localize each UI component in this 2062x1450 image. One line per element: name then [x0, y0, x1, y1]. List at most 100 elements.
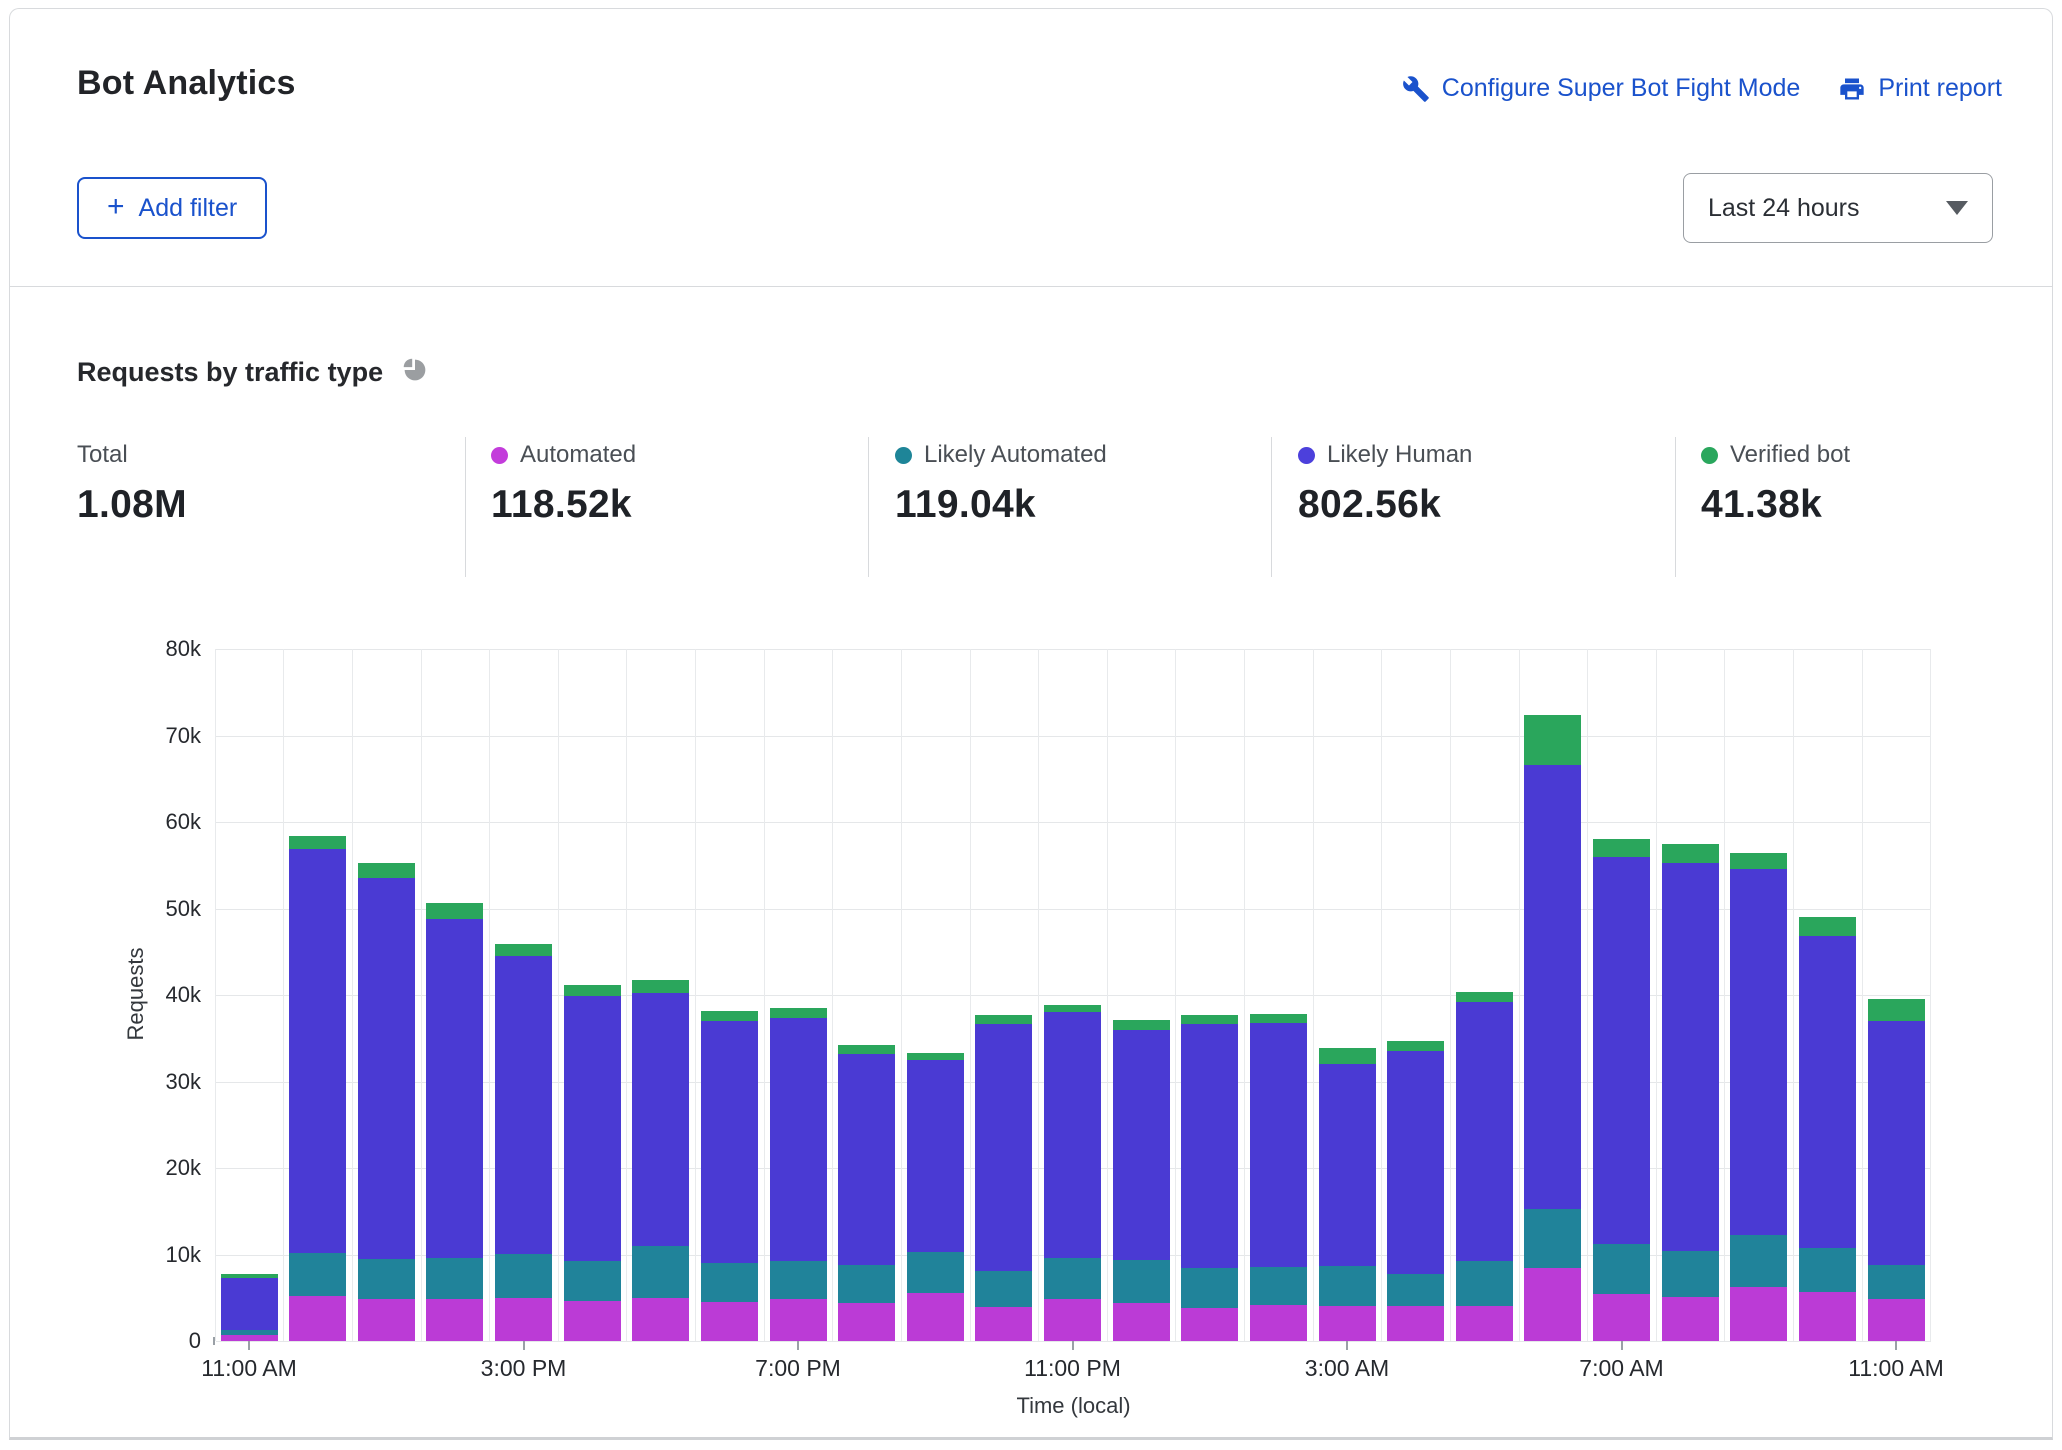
bar-700am-likely-automated[interactable]: [1593, 1244, 1650, 1294]
bar-200am-automated[interactable]: [1250, 1305, 1307, 1341]
bar-400pm-verified-bot[interactable]: [564, 985, 621, 996]
bar-500am-likely-human[interactable]: [1456, 1002, 1513, 1261]
bar-500am-verified-bot[interactable]: [1456, 992, 1513, 1002]
bar-100am-likely-automated[interactable]: [1181, 1268, 1238, 1308]
bar-200am-likely-human[interactable]: [1250, 1023, 1307, 1267]
bar-1100am-verified-bot[interactable]: [221, 1274, 278, 1277]
bar-800pm-verified-bot[interactable]: [838, 1045, 895, 1054]
bar-900am-likely-human[interactable]: [1730, 869, 1787, 1236]
bar-500am-likely-automated[interactable]: [1456, 1261, 1513, 1307]
bar-1200am-verified-bot[interactable]: [1113, 1020, 1170, 1030]
bar-500am-automated[interactable]: [1456, 1306, 1513, 1341]
bar-1100pm-likely-automated[interactable]: [1044, 1258, 1101, 1299]
bar-300pm-automated[interactable]: [495, 1298, 552, 1341]
bar-200pm-automated[interactable]: [426, 1299, 483, 1341]
bar-800pm-automated[interactable]: [838, 1303, 895, 1341]
bar-1100am-likely-automated[interactable]: [221, 1330, 278, 1335]
bar-1100am-verified-bot[interactable]: [1868, 999, 1925, 1021]
bar-1000pm-likely-automated[interactable]: [975, 1271, 1032, 1307]
bar-500pm-likely-automated[interactable]: [632, 1246, 689, 1298]
bar-1200pm-likely-human[interactable]: [289, 849, 346, 1253]
bar-200am-likely-automated[interactable]: [1250, 1267, 1307, 1305]
bar-900pm-automated[interactable]: [907, 1293, 964, 1341]
add-filter-button[interactable]: + Add filter: [77, 177, 267, 239]
bar-300am-likely-automated[interactable]: [1319, 1266, 1376, 1306]
bar-1000am-likely-human[interactable]: [1799, 936, 1856, 1248]
bar-300pm-likely-human[interactable]: [495, 956, 552, 1254]
bar-1100am-likely-automated[interactable]: [1868, 1265, 1925, 1300]
bar-300am-likely-human[interactable]: [1319, 1064, 1376, 1266]
bar-300am-verified-bot[interactable]: [1319, 1048, 1376, 1064]
bar-300pm-verified-bot[interactable]: [495, 944, 552, 956]
bar-700am-automated[interactable]: [1593, 1294, 1650, 1341]
bar-900am-automated[interactable]: [1730, 1287, 1787, 1341]
bar-800am-likely-human[interactable]: [1662, 863, 1719, 1251]
bar-200pm-likely-automated[interactable]: [426, 1258, 483, 1300]
bar-1100am-likely-human[interactable]: [1868, 1021, 1925, 1265]
bar-500pm-automated[interactable]: [632, 1298, 689, 1341]
bar-100pm-likely-human[interactable]: [358, 878, 415, 1259]
bar-1000pm-verified-bot[interactable]: [975, 1015, 1032, 1024]
configure-super-bot-fight-mode-link[interactable]: Configure Super Bot Fight Mode: [1402, 74, 1801, 103]
bar-600am-automated[interactable]: [1524, 1268, 1581, 1341]
bar-500pm-verified-bot[interactable]: [632, 980, 689, 993]
bar-800am-automated[interactable]: [1662, 1297, 1719, 1341]
bar-900am-verified-bot[interactable]: [1730, 853, 1787, 869]
bar-1100am-automated[interactable]: [1868, 1299, 1925, 1341]
bar-100pm-automated[interactable]: [358, 1299, 415, 1341]
bar-1000am-likely-automated[interactable]: [1799, 1248, 1856, 1291]
bar-700am-likely-human[interactable]: [1593, 857, 1650, 1244]
bar-600pm-verified-bot[interactable]: [701, 1011, 758, 1021]
bar-600pm-automated[interactable]: [701, 1302, 758, 1341]
bar-300pm-likely-automated[interactable]: [495, 1254, 552, 1298]
bar-1200am-likely-human[interactable]: [1113, 1030, 1170, 1260]
bar-500pm-likely-human[interactable]: [632, 993, 689, 1246]
bar-400am-verified-bot[interactable]: [1387, 1041, 1444, 1051]
bar-1200pm-verified-bot[interactable]: [289, 836, 346, 849]
bar-1100pm-verified-bot[interactable]: [1044, 1005, 1101, 1013]
bar-700pm-verified-bot[interactable]: [770, 1008, 827, 1018]
bar-100am-verified-bot[interactable]: [1181, 1015, 1238, 1024]
bar-800pm-likely-human[interactable]: [838, 1054, 895, 1265]
bar-100am-automated[interactable]: [1181, 1308, 1238, 1341]
bar-900pm-verified-bot[interactable]: [907, 1053, 964, 1060]
bar-300am-automated[interactable]: [1319, 1306, 1376, 1341]
bar-400am-likely-human[interactable]: [1387, 1051, 1444, 1273]
bar-400am-automated[interactable]: [1387, 1306, 1444, 1341]
bar-600pm-likely-human[interactable]: [701, 1021, 758, 1263]
bar-1200pm-likely-automated[interactable]: [289, 1253, 346, 1296]
bar-400am-likely-automated[interactable]: [1387, 1274, 1444, 1306]
bar-400pm-automated[interactable]: [564, 1301, 621, 1341]
bar-1000pm-automated[interactable]: [975, 1307, 1032, 1341]
bar-200am-verified-bot[interactable]: [1250, 1014, 1307, 1023]
bar-100pm-verified-bot[interactable]: [358, 863, 415, 879]
bar-1100pm-likely-human[interactable]: [1044, 1012, 1101, 1258]
bar-700pm-automated[interactable]: [770, 1299, 827, 1341]
bar-700am-verified-bot[interactable]: [1593, 839, 1650, 857]
time-range-dropdown[interactable]: Last 24 hours: [1683, 173, 1993, 243]
bar-700pm-likely-human[interactable]: [770, 1018, 827, 1261]
bar-900am-likely-automated[interactable]: [1730, 1235, 1787, 1287]
bar-600am-likely-human[interactable]: [1524, 765, 1581, 1209]
bar-1000pm-likely-human[interactable]: [975, 1024, 1032, 1271]
bar-800pm-likely-automated[interactable]: [838, 1265, 895, 1303]
bar-1000am-verified-bot[interactable]: [1799, 917, 1856, 936]
bar-600am-likely-automated[interactable]: [1524, 1209, 1581, 1269]
bar-1200am-automated[interactable]: [1113, 1303, 1170, 1341]
bar-700pm-likely-automated[interactable]: [770, 1261, 827, 1299]
bar-1100am-likely-human[interactable]: [221, 1278, 278, 1330]
bar-900pm-likely-automated[interactable]: [907, 1252, 964, 1294]
bar-200pm-likely-human[interactable]: [426, 919, 483, 1258]
bar-1200pm-automated[interactable]: [289, 1296, 346, 1341]
bar-1000am-automated[interactable]: [1799, 1292, 1856, 1341]
bar-600am-verified-bot[interactable]: [1524, 715, 1581, 765]
bar-200pm-verified-bot[interactable]: [426, 903, 483, 919]
bar-1100pm-automated[interactable]: [1044, 1299, 1101, 1341]
bar-100pm-likely-automated[interactable]: [358, 1259, 415, 1299]
bar-900pm-likely-human[interactable]: [907, 1060, 964, 1252]
bar-800am-verified-bot[interactable]: [1662, 844, 1719, 862]
bar-100am-likely-human[interactable]: [1181, 1024, 1238, 1269]
bar-400pm-likely-human[interactable]: [564, 996, 621, 1261]
print-report-link[interactable]: Print report: [1838, 74, 2002, 103]
bar-600pm-likely-automated[interactable]: [701, 1263, 758, 1302]
